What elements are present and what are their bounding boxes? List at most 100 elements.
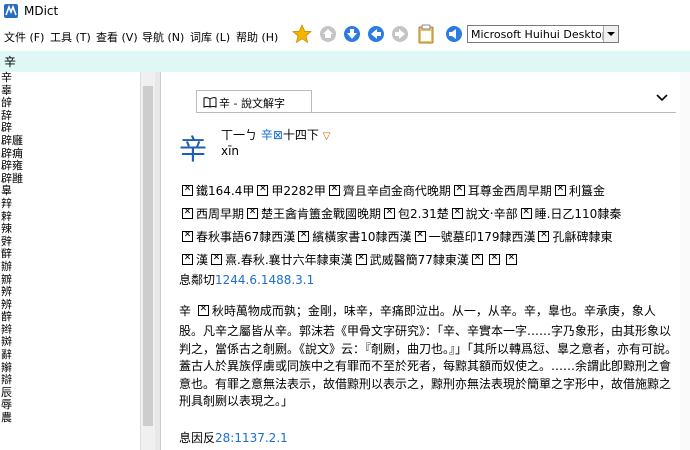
word-list-scrollbar[interactable] (140, 72, 155, 450)
chevron-down-icon[interactable] (603, 26, 618, 42)
list-item[interactable]: 辟雝 (0, 172, 140, 186)
tab-shuowen[interactable]: 辛 - 說文解字 (196, 90, 312, 113)
broken-image-icon (451, 204, 463, 220)
broken-image-icon (182, 250, 193, 266)
list-item[interactable]: 辨 (0, 285, 140, 299)
scrollbar-thumb[interactable] (143, 86, 153, 426)
list-item[interactable]: 辢 (0, 210, 140, 224)
window-title: MDict (24, 4, 59, 18)
pinyin: xīn (221, 144, 240, 158)
list-item[interactable]: 辧 (0, 273, 140, 287)
variant-label: 鐵164.4甲 (196, 184, 255, 198)
list-item[interactable]: 辟廱 (0, 134, 140, 148)
variant-label: 漢 (196, 253, 209, 267)
entry-scrollbar[interactable] (680, 72, 690, 450)
variant-label: 利簋金 (568, 184, 605, 198)
broken-image-icon (197, 301, 209, 317)
headword-inline: 辛 (179, 304, 192, 318)
broken-image-icon (384, 204, 396, 220)
list-item[interactable]: 辰 (0, 386, 140, 400)
entry-definition: 辛 秋時萬物成而孰；金剛，味辛，辛痛即泣出。从一，从辛。辛，辠也。辛承庚，象人股… (179, 300, 679, 411)
search-input[interactable] (0, 52, 684, 71)
dictionary-select-value: Microsoft Huihui Desktop - C (471, 28, 605, 41)
list-item[interactable]: 辡 (0, 197, 140, 211)
list-item[interactable]: 農 (0, 411, 140, 425)
menu-tools[interactable]: 工具 (T) (50, 29, 91, 45)
variant-label: 齊且辛卣金商代晚期 (342, 184, 451, 198)
list-item[interactable]: 辠 (0, 185, 140, 198)
list-item[interactable]: 辫 (0, 323, 140, 337)
list-item[interactable]: 辮 (0, 361, 140, 375)
broken-image-icon (554, 181, 566, 197)
list-item[interactable]: 辦 (0, 260, 140, 274)
variant-label: 耳尊金西周早期 (467, 184, 552, 198)
broken-image-icon (520, 204, 532, 220)
radical-line: 丅一ㄅ 辛⊠十四下 ▽ (221, 126, 330, 143)
broken-image-icon (355, 250, 367, 266)
reference-label: 息鄰切 (179, 273, 216, 287)
list-item[interactable]: 辟雍 (0, 160, 140, 173)
broken-image-icon (182, 227, 193, 243)
headword: 辛 (179, 133, 208, 166)
forward-arrow-icon[interactable] (390, 24, 410, 44)
list-item[interactable]: 辣 (0, 223, 140, 236)
list-item[interactable]: 辛 (0, 71, 140, 85)
triangle-icon[interactable]: ▽ (323, 131, 331, 142)
variant-label: 說文‧辛部 (465, 207, 518, 221)
down-arrow-icon[interactable] (342, 24, 362, 44)
menu-library[interactable]: 词库 (L) (190, 29, 230, 45)
broken-image-icon (328, 181, 340, 197)
list-item[interactable]: 辨 (0, 298, 140, 312)
broken-image-icon (182, 204, 193, 220)
variant-label: 睡.日乙110隸秦 (534, 207, 622, 221)
fanqie-link[interactable]: 28:1137.2.1 (215, 431, 288, 445)
variant-label: 楚王酓肯簠金戰國晚期 (261, 207, 382, 221)
word-list-pane: 辛辜辝辞辟辟廱 辟痈 辟雍 辟雝辠辡辢辣辤辥辦辧辨辨辪辫辬辭辮辯辰辱農 (0, 71, 140, 450)
broken-image-icon (182, 181, 193, 197)
menu-navigate[interactable]: 导航 (N) (142, 29, 184, 45)
reference-link[interactable]: 1244.6.1488.3.1 (215, 273, 314, 287)
broken-image-icon (414, 227, 426, 243)
broken-image-icon (453, 181, 465, 197)
home-icon[interactable] (318, 24, 338, 44)
menu-file[interactable]: 文件 (F) (4, 29, 44, 45)
broken-image-icon (488, 250, 500, 266)
mdict-app-icon (4, 4, 18, 18)
fanqie-line: 息因反28:1137.2.1 (179, 429, 288, 446)
definition-text: 秋時萬物成而孰；金剛，味辛，辛痛即泣出。从一，从辛。辛，辠也。辛承庚，象人股。凡… (179, 304, 678, 408)
list-item[interactable]: 辯 (0, 374, 140, 387)
broken-image-icon (247, 204, 259, 220)
variant-label: 繽橫家書10隸西漢 (312, 230, 412, 244)
speaker-icon[interactable] (444, 24, 464, 44)
fanqie-label: 息因反 (179, 431, 216, 445)
radical-link[interactable]: 辛⊠ (261, 128, 283, 142)
list-item[interactable]: 辞 (0, 109, 140, 123)
back-arrow-icon[interactable] (366, 24, 386, 44)
variant-row: 鐵164.4甲 甲2282甲 齊且辛卣金商代晚期 耳尊金西周早期 利簋金 (179, 180, 684, 203)
list-item[interactable]: 辥 (0, 248, 140, 261)
clipboard-icon[interactable] (416, 24, 436, 44)
broken-image-icon (471, 250, 483, 266)
word-list: 辛辜辝辞辟辟廱 辟痈 辟雍 辟雝辠辡辢辣辤辥辦辧辨辨辪辫辬辭辮辯辰辱農 (0, 71, 140, 425)
list-item[interactable]: 辜 (0, 84, 140, 98)
variant-label: 武威醫簡77隸東漢 (369, 253, 469, 267)
entry-pane: 辛 - 說文解字 辛 丅一ㄅ 辛⊠十四下 ▽ xīn 鐵164.4甲 甲2282甲… (160, 72, 690, 450)
dictionary-select[interactable]: Microsoft Huihui Desktop - C (467, 25, 619, 43)
variant-label: 熹.春秋.襄廿六年隸東漢 (225, 253, 353, 267)
list-item[interactable]: 辤 (0, 235, 140, 249)
search-bar (0, 51, 690, 72)
menu-help[interactable]: 帮助 (H) (236, 29, 278, 45)
list-item[interactable]: 辭 (0, 348, 140, 362)
list-item[interactable]: 辬 (0, 336, 140, 349)
list-item[interactable]: 辱 (0, 399, 140, 412)
variant-row: 春秋事語67隸西漢 繽橫家書10隸西漢 一號墓印179隸西漢 孔龢碑隸東 (179, 226, 684, 249)
menu-view[interactable]: 查看 (V) (96, 29, 138, 45)
list-item[interactable]: 辪 (0, 311, 140, 324)
star-icon[interactable] (292, 24, 312, 44)
tab-label: 辛 - 說文解字 (219, 97, 285, 110)
book-icon (203, 96, 217, 111)
variant-label: 甲2282甲 (271, 184, 326, 198)
variant-label: 孔龢碑隸東 (552, 230, 613, 244)
collapse-chevron-icon[interactable] (656, 90, 668, 106)
list-item[interactable]: 辝 (0, 97, 140, 110)
